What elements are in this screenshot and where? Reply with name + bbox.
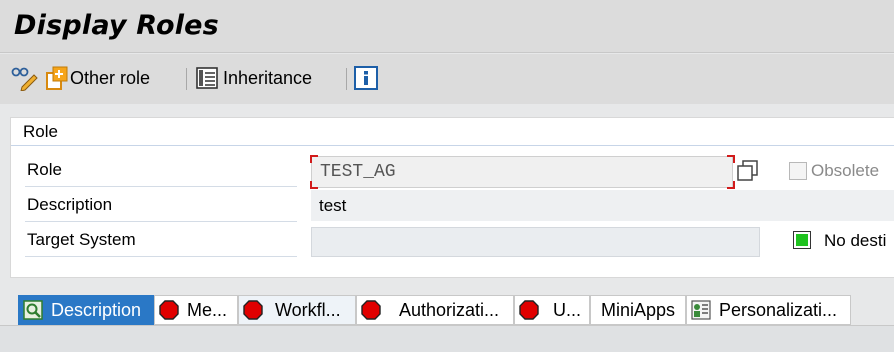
red-light-icon bbox=[519, 300, 539, 320]
tab-label: Description bbox=[51, 299, 142, 320]
toolbar-separator bbox=[186, 68, 187, 90]
application-toolbar: Other role Inheritance bbox=[0, 54, 894, 104]
tab-personalization[interactable]: Personalizati... bbox=[686, 295, 851, 325]
personalization-icon bbox=[691, 300, 711, 320]
checkbox-box bbox=[789, 162, 807, 180]
role-panel: Role Role TEST_AG Obsolete Description t… bbox=[10, 117, 894, 278]
tab-menu[interactable]: Me... bbox=[154, 295, 238, 325]
panel-title: Role bbox=[23, 122, 58, 141]
tab-workflow[interactable]: Workfl... bbox=[238, 295, 356, 325]
description-field[interactable]: test bbox=[311, 190, 894, 221]
inheritance-label: Inheritance bbox=[223, 67, 313, 88]
role-value: TEST_AG bbox=[320, 162, 396, 182]
tab-label: U... bbox=[553, 299, 582, 320]
tab-description[interactable]: Description bbox=[18, 295, 154, 325]
required-marker bbox=[310, 155, 318, 163]
role-label: Role bbox=[25, 153, 297, 187]
role-field[interactable]: TEST_AG bbox=[311, 156, 733, 188]
obsolete-label: Obsolete bbox=[811, 161, 880, 180]
description-label: Description bbox=[25, 188, 297, 222]
target-system-field[interactable] bbox=[311, 227, 760, 257]
tab-content-area bbox=[0, 325, 894, 352]
other-role-button[interactable]: Other role bbox=[44, 64, 150, 92]
tab-label: Personalizati... bbox=[719, 299, 838, 320]
info-button[interactable] bbox=[354, 64, 378, 92]
tab-label: MiniApps bbox=[600, 299, 676, 320]
other-object-icon bbox=[46, 66, 68, 90]
status-text: No desti bbox=[824, 231, 887, 250]
tab-miniapps[interactable]: MiniApps bbox=[590, 295, 686, 325]
description-row: Description test bbox=[25, 188, 894, 222]
title-bar: Display Roles bbox=[0, 0, 894, 53]
copy-icon[interactable] bbox=[737, 160, 759, 187]
inheritance-button[interactable]: Inheritance bbox=[195, 64, 312, 92]
red-light-icon bbox=[243, 300, 263, 320]
page-title: Display Roles bbox=[14, 10, 219, 41]
target-system-label: Target System bbox=[25, 223, 297, 257]
tab-label: Workfl... bbox=[275, 299, 341, 320]
info-icon bbox=[354, 66, 378, 90]
tab-authorization[interactable]: Authorizati... bbox=[356, 295, 514, 325]
required-marker bbox=[727, 155, 735, 163]
red-light-icon bbox=[159, 300, 179, 320]
tab-strip: Description Me... Workfl... Authorizati.… bbox=[0, 295, 894, 325]
description-value: test bbox=[319, 195, 347, 215]
tab-label: Me... bbox=[187, 299, 228, 320]
description-icon bbox=[23, 300, 43, 320]
obsolete-checkbox[interactable]: Obsolete bbox=[789, 161, 879, 181]
status-light-icon bbox=[793, 231, 811, 249]
tab-user[interactable]: U... bbox=[514, 295, 590, 325]
red-light-icon bbox=[361, 300, 381, 320]
inheritance-icon bbox=[196, 67, 218, 89]
role-row: Role TEST_AG Obsolete bbox=[25, 153, 894, 189]
display-change-icon[interactable] bbox=[10, 64, 40, 92]
tab-label: Authorizati... bbox=[399, 299, 500, 320]
target-system-row: Target System No desti bbox=[25, 223, 894, 257]
other-role-label: Other role bbox=[70, 67, 151, 88]
panel-divider bbox=[11, 145, 894, 146]
toolbar-separator bbox=[346, 68, 347, 90]
